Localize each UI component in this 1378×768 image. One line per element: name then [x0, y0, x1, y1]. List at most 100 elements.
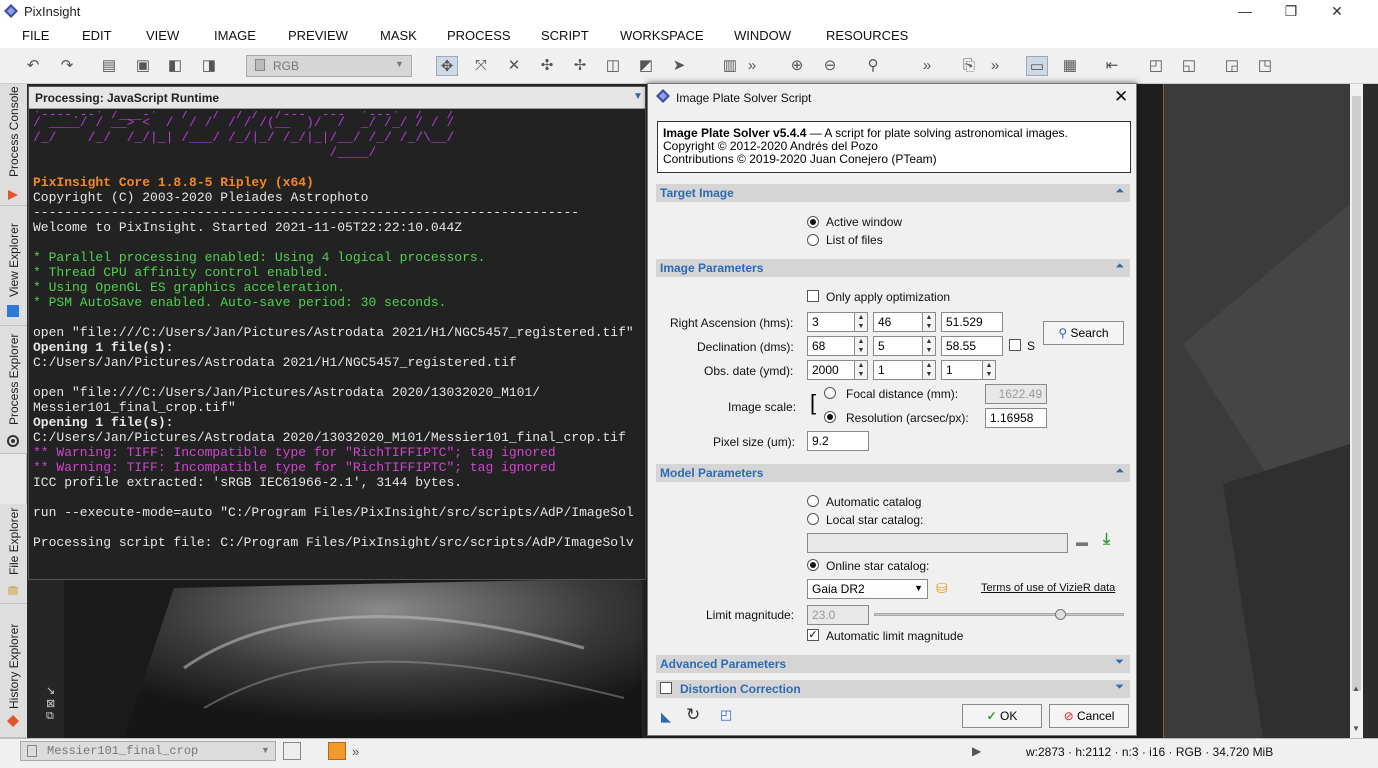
ra-seconds-field[interactable]: 51.529	[941, 312, 1003, 332]
new-image-icon[interactable]: ▣	[132, 56, 154, 76]
redo-icon[interactable]: ↷	[56, 56, 78, 76]
south-checkbox[interactable]	[1009, 339, 1021, 351]
export-icon[interactable]: ◳	[1254, 56, 1276, 76]
tab-view-explorer[interactable]: View Explorer	[0, 206, 27, 326]
focal-distance-radio[interactable]	[824, 387, 836, 399]
menu-script[interactable]: SCRIPT	[541, 28, 589, 43]
scroll-down-icon[interactable]: ▼	[1352, 724, 1360, 733]
play-icon[interactable]: ▶	[972, 744, 981, 758]
dec-minutes-field[interactable]: 5	[873, 336, 923, 356]
cascade-icon[interactable]: ◱	[1178, 56, 1200, 76]
obs-year-stepper[interactable]: ▲ ▼	[854, 360, 868, 380]
expand-icon[interactable]: ⏷	[1115, 681, 1124, 694]
resolution-field[interactable]: 1.16958	[985, 408, 1047, 428]
layout-icon[interactable]: ⇤	[1101, 56, 1123, 76]
undo-icon[interactable]: ↶	[22, 56, 44, 76]
toolbar-overflow-icon[interactable]: »	[745, 56, 759, 76]
obs-day-stepper[interactable]: ▲ ▼	[982, 360, 996, 380]
zoom-out-icon[interactable]: ⊖	[819, 56, 841, 76]
ra-minutes-stepper[interactable]: ▲ ▼	[922, 312, 936, 332]
center-icon[interactable]: ✢	[569, 56, 591, 76]
dec-minutes-stepper[interactable]: ▲ ▼	[922, 336, 936, 356]
slider-handle[interactable]	[1055, 609, 1066, 620]
menu-process[interactable]: PROCESS	[447, 28, 511, 43]
image-view-galaxy[interactable]	[64, 578, 642, 738]
minimize-button[interactable]: —	[1222, 0, 1268, 24]
local-catalog-path[interactable]	[807, 533, 1068, 553]
section-target-image[interactable]: Target Image ⏶	[656, 184, 1130, 202]
tab-file-explorer[interactable]: File Explorer	[0, 504, 27, 604]
pointer-icon[interactable]: ➤	[668, 56, 690, 76]
status-overflow-icon[interactable]: »	[352, 744, 359, 759]
collapse-icon[interactable]: ⏶	[1115, 465, 1124, 478]
screen-icon[interactable]: ▭	[1026, 56, 1048, 76]
menu-file[interactable]: FILE	[22, 28, 49, 43]
expand-icon[interactable]: ⏷	[1115, 656, 1124, 669]
scroll-up-icon[interactable]: ▲	[1352, 684, 1360, 693]
section-model-parameters[interactable]: Model Parameters ⏶	[656, 464, 1130, 482]
tab-process-explorer[interactable]: Process Explorer	[0, 326, 27, 454]
menu-mask[interactable]: MASK	[380, 28, 417, 43]
search-button[interactable]: ⚲ Search	[1043, 321, 1124, 345]
tile-icon[interactable]: ◰	[1145, 56, 1167, 76]
menu-resources[interactable]: RESOURCES	[826, 28, 908, 43]
image-view-stars[interactable]	[1162, 84, 1350, 738]
menu-view[interactable]: VIEW	[146, 28, 179, 43]
resolution-radio[interactable]	[824, 411, 836, 423]
focal-distance-field[interactable]: 1622.49	[985, 384, 1047, 404]
image-icon[interactable]: ◧	[164, 56, 186, 76]
ra-hours-stepper[interactable]: ▲ ▼	[854, 312, 868, 332]
toolbar-overflow-icon-3[interactable]: »	[988, 56, 1002, 76]
process-icon[interactable]: ⎘	[958, 56, 980, 76]
menu-preview[interactable]: PREVIEW	[288, 28, 348, 43]
ok-button[interactable]: ✓ OK	[962, 704, 1042, 728]
view-selector[interactable]: Messier101_final_crop ▼	[20, 741, 276, 761]
view-windows-icon[interactable]	[283, 742, 301, 760]
menu-window[interactable]: WINDOW	[734, 28, 791, 43]
collapse-icon[interactable]: ⏶	[1115, 185, 1124, 198]
zoom-in-icon[interactable]: ⊕	[786, 56, 808, 76]
move-icon[interactable]: ✣	[536, 56, 558, 76]
menu-edit[interactable]: EDIT	[82, 28, 112, 43]
view-corner-controls[interactable]: ↘ ⊠ ⧉	[46, 684, 60, 734]
section-image-parameters[interactable]: Image Parameters ⏶	[656, 259, 1130, 277]
section-distortion-correction[interactable]: Distortion Correction ⏷	[656, 680, 1130, 698]
reset-icon[interactable]: ↻	[686, 705, 700, 725]
ra-minutes-field[interactable]: 46	[873, 312, 923, 332]
dec-degrees-stepper[interactable]: ▲ ▼	[854, 336, 868, 356]
obs-month-stepper[interactable]: ▲ ▼	[922, 360, 936, 380]
console-header[interactable]: Processing: JavaScript Runtime ▼	[29, 87, 645, 109]
scrollbar-thumb[interactable]	[1352, 96, 1361, 691]
mask-icon[interactable]: ◨	[198, 56, 220, 76]
local-catalog-radio[interactable]	[807, 513, 819, 525]
obs-month-field[interactable]: 1	[873, 360, 923, 380]
menu-workspace[interactable]: WORKSPACE	[620, 28, 704, 43]
mask-color-icon[interactable]	[328, 742, 346, 760]
new-instance-icon[interactable]: ◣	[661, 709, 671, 725]
screen-stretch-icon[interactable]: ▦	[1059, 56, 1081, 76]
tab-history-explorer[interactable]: History Explorer	[0, 604, 27, 738]
obs-day-field[interactable]: 1	[941, 360, 983, 380]
zoom-fit-icon[interactable]: ⤧	[470, 56, 492, 76]
restore-button[interactable]: ❐	[1268, 0, 1314, 24]
online-catalog-radio[interactable]	[807, 559, 819, 571]
window-icon[interactable]: ▥	[719, 56, 741, 76]
collapse-icon[interactable]: ⏶	[1115, 260, 1124, 273]
color-space-select[interactable]: RGB ▼	[246, 55, 412, 77]
zoom-icon[interactable]: ⚲	[862, 56, 884, 76]
menu-image[interactable]: IMAGE	[214, 28, 256, 43]
ra-hours-field[interactable]: 3	[807, 312, 855, 332]
automatic-catalog-radio[interactable]	[807, 495, 819, 507]
monitor-icon[interactable]: ◲	[1221, 56, 1243, 76]
dec-seconds-field[interactable]: 58.55	[941, 336, 1003, 356]
folder-icon[interactable]: ▬	[1076, 535, 1088, 549]
duplicate-icon[interactable]: ▤	[98, 56, 120, 76]
close-icon[interactable]: ✕	[1114, 87, 1128, 107]
close-window-button[interactable]: ✕	[1314, 0, 1360, 24]
pan-mode-icon[interactable]: ✥	[436, 56, 458, 76]
distortion-checkbox[interactable]	[660, 682, 672, 694]
preview-icon[interactable]: ◫	[602, 56, 624, 76]
list-of-files-radio[interactable]	[807, 234, 819, 246]
cancel-button[interactable]: ⊘ Cancel	[1049, 704, 1129, 728]
active-window-radio[interactable]	[807, 216, 819, 228]
